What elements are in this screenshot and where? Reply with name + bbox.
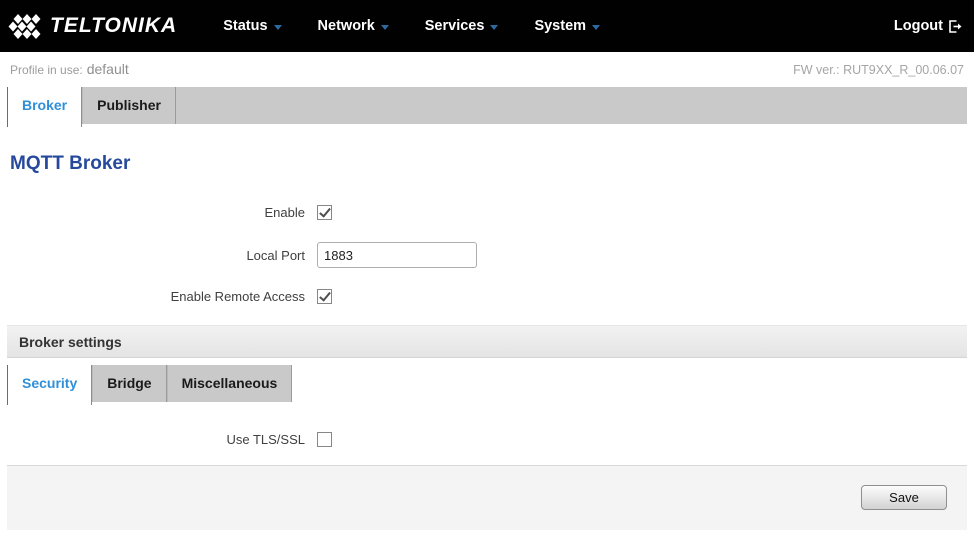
caret-down-icon	[592, 24, 601, 30]
footer: Save	[7, 465, 967, 530]
page-content: Profile in use: default FW ver.: RUT9XX_R…	[7, 52, 967, 530]
menu-item-label: Status	[223, 18, 268, 34]
main-menu: Status Network Services System	[223, 18, 601, 34]
logout-button[interactable]: Logout	[894, 18, 962, 34]
top-navbar: TELTONIKA Status Network Services System…	[0, 0, 974, 52]
form-row-remote-access: Enable Remote Access	[7, 289, 967, 304]
teltonika-logo-icon	[8, 14, 41, 39]
info-bar: Profile in use: default FW ver.: RUT9XX_R…	[7, 52, 967, 87]
subtab-bridge[interactable]: Bridge	[92, 365, 167, 402]
enable-checkbox[interactable]	[317, 205, 332, 220]
broker-form: Enable Local Port Enable Remote Access	[7, 205, 967, 304]
page-title: MQTT Broker	[10, 153, 131, 174]
logout-label: Logout	[893, 18, 943, 34]
menu-item-system[interactable]: System	[534, 18, 601, 34]
remote-access-label: Enable Remote Access	[170, 289, 305, 304]
profile-value: default	[86, 60, 129, 77]
teltonika-logo[interactable]: TELTONIKA	[8, 12, 177, 40]
use-tls-checkbox[interactable]	[317, 432, 332, 447]
menu-item-label: Network	[317, 18, 375, 34]
menu-item-label: Services	[424, 18, 485, 34]
firmware-version: FW ver.: RUT9XX_R_00.06.07	[793, 62, 964, 77]
caret-down-icon	[490, 24, 499, 30]
logo-text: TELTONIKA	[50, 14, 178, 37]
menu-item-network[interactable]: Network	[318, 18, 389, 34]
subtab-miscellaneous[interactable]: Miscellaneous	[166, 365, 293, 402]
main-tabbar: Broker Publisher	[7, 87, 967, 127]
caret-down-icon	[273, 24, 282, 30]
caret-down-icon	[380, 24, 389, 30]
form-row-local-port: Local Port	[7, 242, 967, 268]
profile-in-use: Profile in use: default	[10, 61, 129, 79]
enable-label: Enable	[264, 205, 305, 220]
broker-settings-header: Broker settings	[7, 325, 967, 358]
remote-access-checkbox[interactable]	[317, 289, 332, 304]
menu-item-status[interactable]: Status	[223, 18, 282, 34]
tab-broker[interactable]: Broker	[7, 87, 83, 127]
tab-publisher[interactable]: Publisher	[82, 87, 176, 124]
subtab-security[interactable]: Security	[7, 365, 93, 405]
local-port-input[interactable]	[317, 242, 477, 268]
menu-item-label: System	[534, 18, 587, 34]
broker-settings-tabbar: Security Bridge Miscellaneous	[7, 365, 293, 405]
local-port-label: Local Port	[246, 247, 305, 263]
use-tls-label: Use TLS/SSL	[226, 432, 305, 447]
save-button[interactable]: Save	[861, 485, 947, 510]
profile-label: Profile in use:	[10, 62, 83, 77]
menu-item-services[interactable]: Services	[425, 18, 499, 34]
form-row-enable: Enable	[7, 205, 967, 220]
form-row-use-tls: Use TLS/SSL	[7, 432, 967, 447]
logout-icon	[949, 19, 962, 33]
